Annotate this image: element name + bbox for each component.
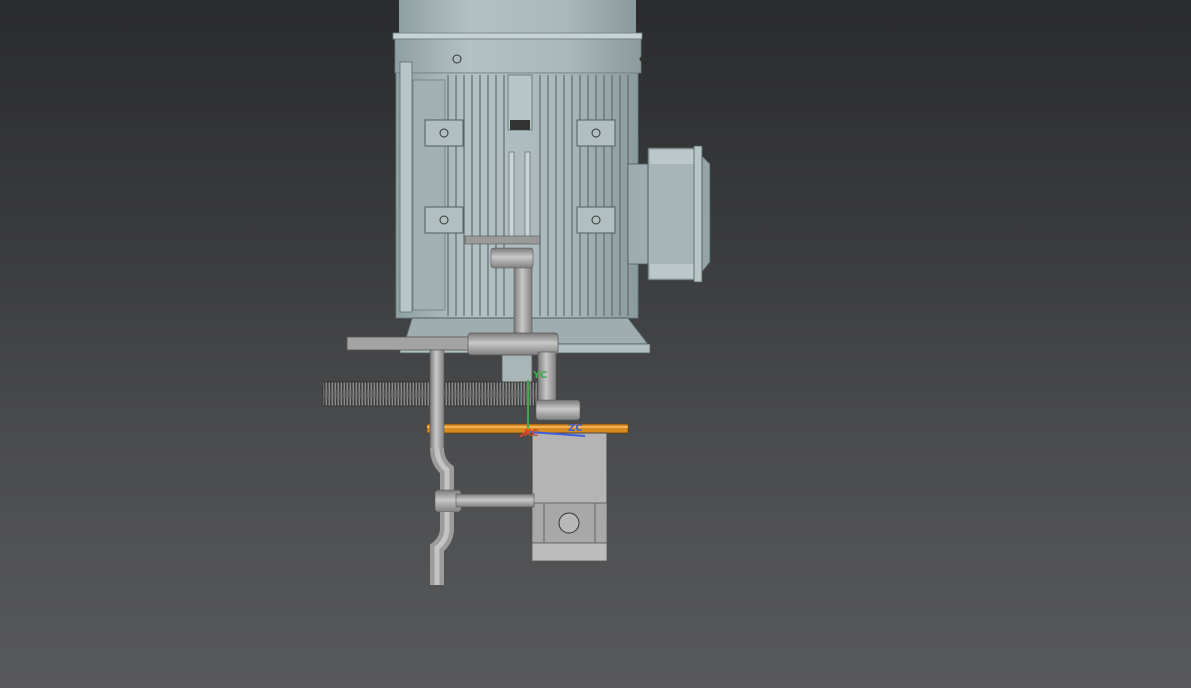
motor-terminal-box	[627, 145, 711, 283]
cad-model-scene[interactable]: YC ZC XC	[0, 0, 1191, 688]
sensor-housing	[531, 432, 608, 562]
y-axis-label: YC	[532, 370, 547, 381]
motor-collar	[394, 38, 642, 74]
support-arm	[346, 336, 473, 351]
graphics-viewport[interactable]: YC ZC XC	[0, 0, 1191, 688]
motor-assembly[interactable]	[392, 0, 711, 354]
z-axis-label: ZC	[568, 423, 583, 434]
x-axis-label: XC	[524, 428, 539, 439]
motor-top-cylinder	[399, 0, 636, 34]
drive-assembly[interactable]	[322, 336, 629, 562]
motor-top-flange	[392, 32, 643, 40]
motor-side-rail	[399, 61, 413, 313]
